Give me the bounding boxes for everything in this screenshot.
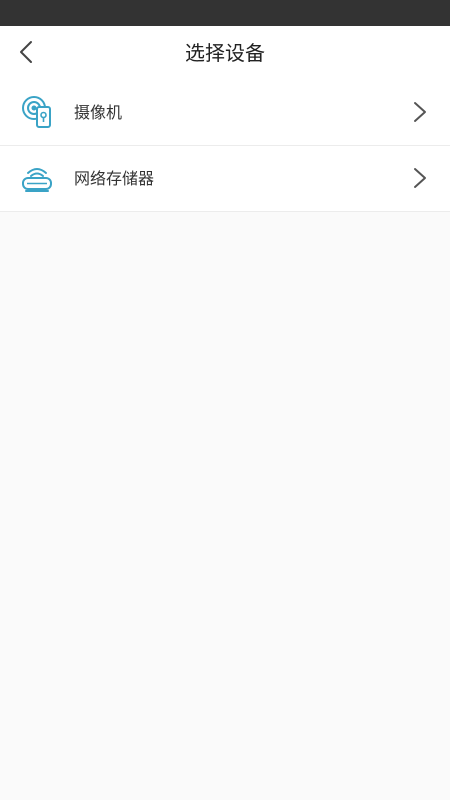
list-item-label: 摄像机 [74,103,123,122]
back-button[interactable] [8,34,44,70]
network-storage-icon [22,168,52,192]
list-item-camera[interactable]: 摄像机 [0,80,450,146]
list-item-label: 网络存储器 [74,169,155,188]
header-bar: 选择设备 [0,26,450,80]
chevron-right-icon [414,102,426,122]
camera-icon [22,96,51,128]
chevron-left-icon [20,41,32,63]
status-bar [0,0,450,26]
chevron-right-icon [414,168,426,188]
page-title: 选择设备 [185,41,265,65]
device-list: 摄像机 网络存储器 [0,80,450,212]
list-item-network-storage[interactable]: 网络存储器 [0,146,450,212]
